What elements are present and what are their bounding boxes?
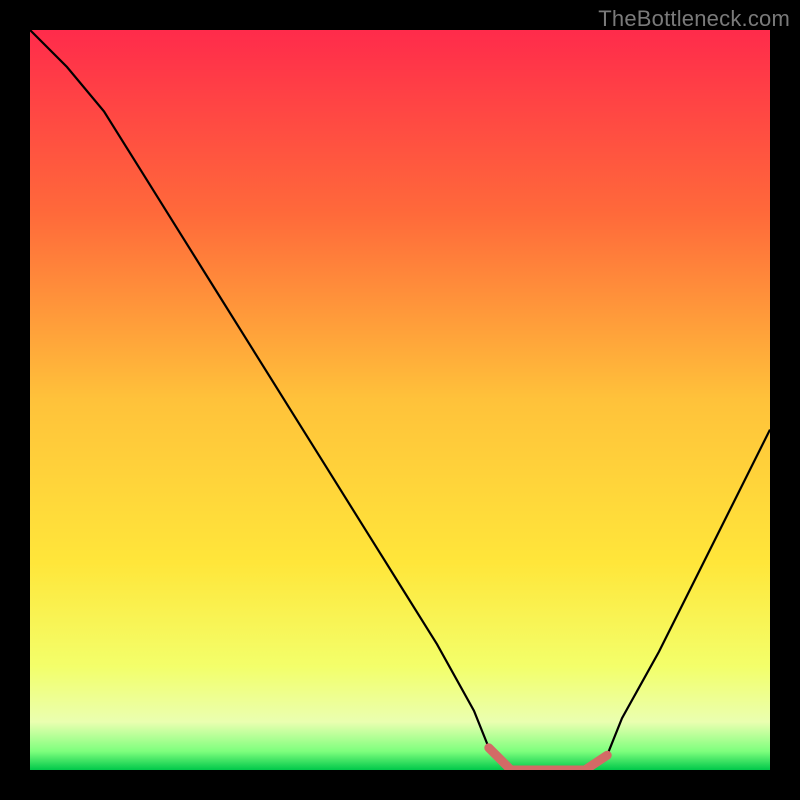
chart-frame — [30, 30, 770, 770]
bottleneck-chart — [30, 30, 770, 770]
chart-background — [30, 30, 770, 770]
watermark-text: TheBottleneck.com — [598, 6, 790, 32]
